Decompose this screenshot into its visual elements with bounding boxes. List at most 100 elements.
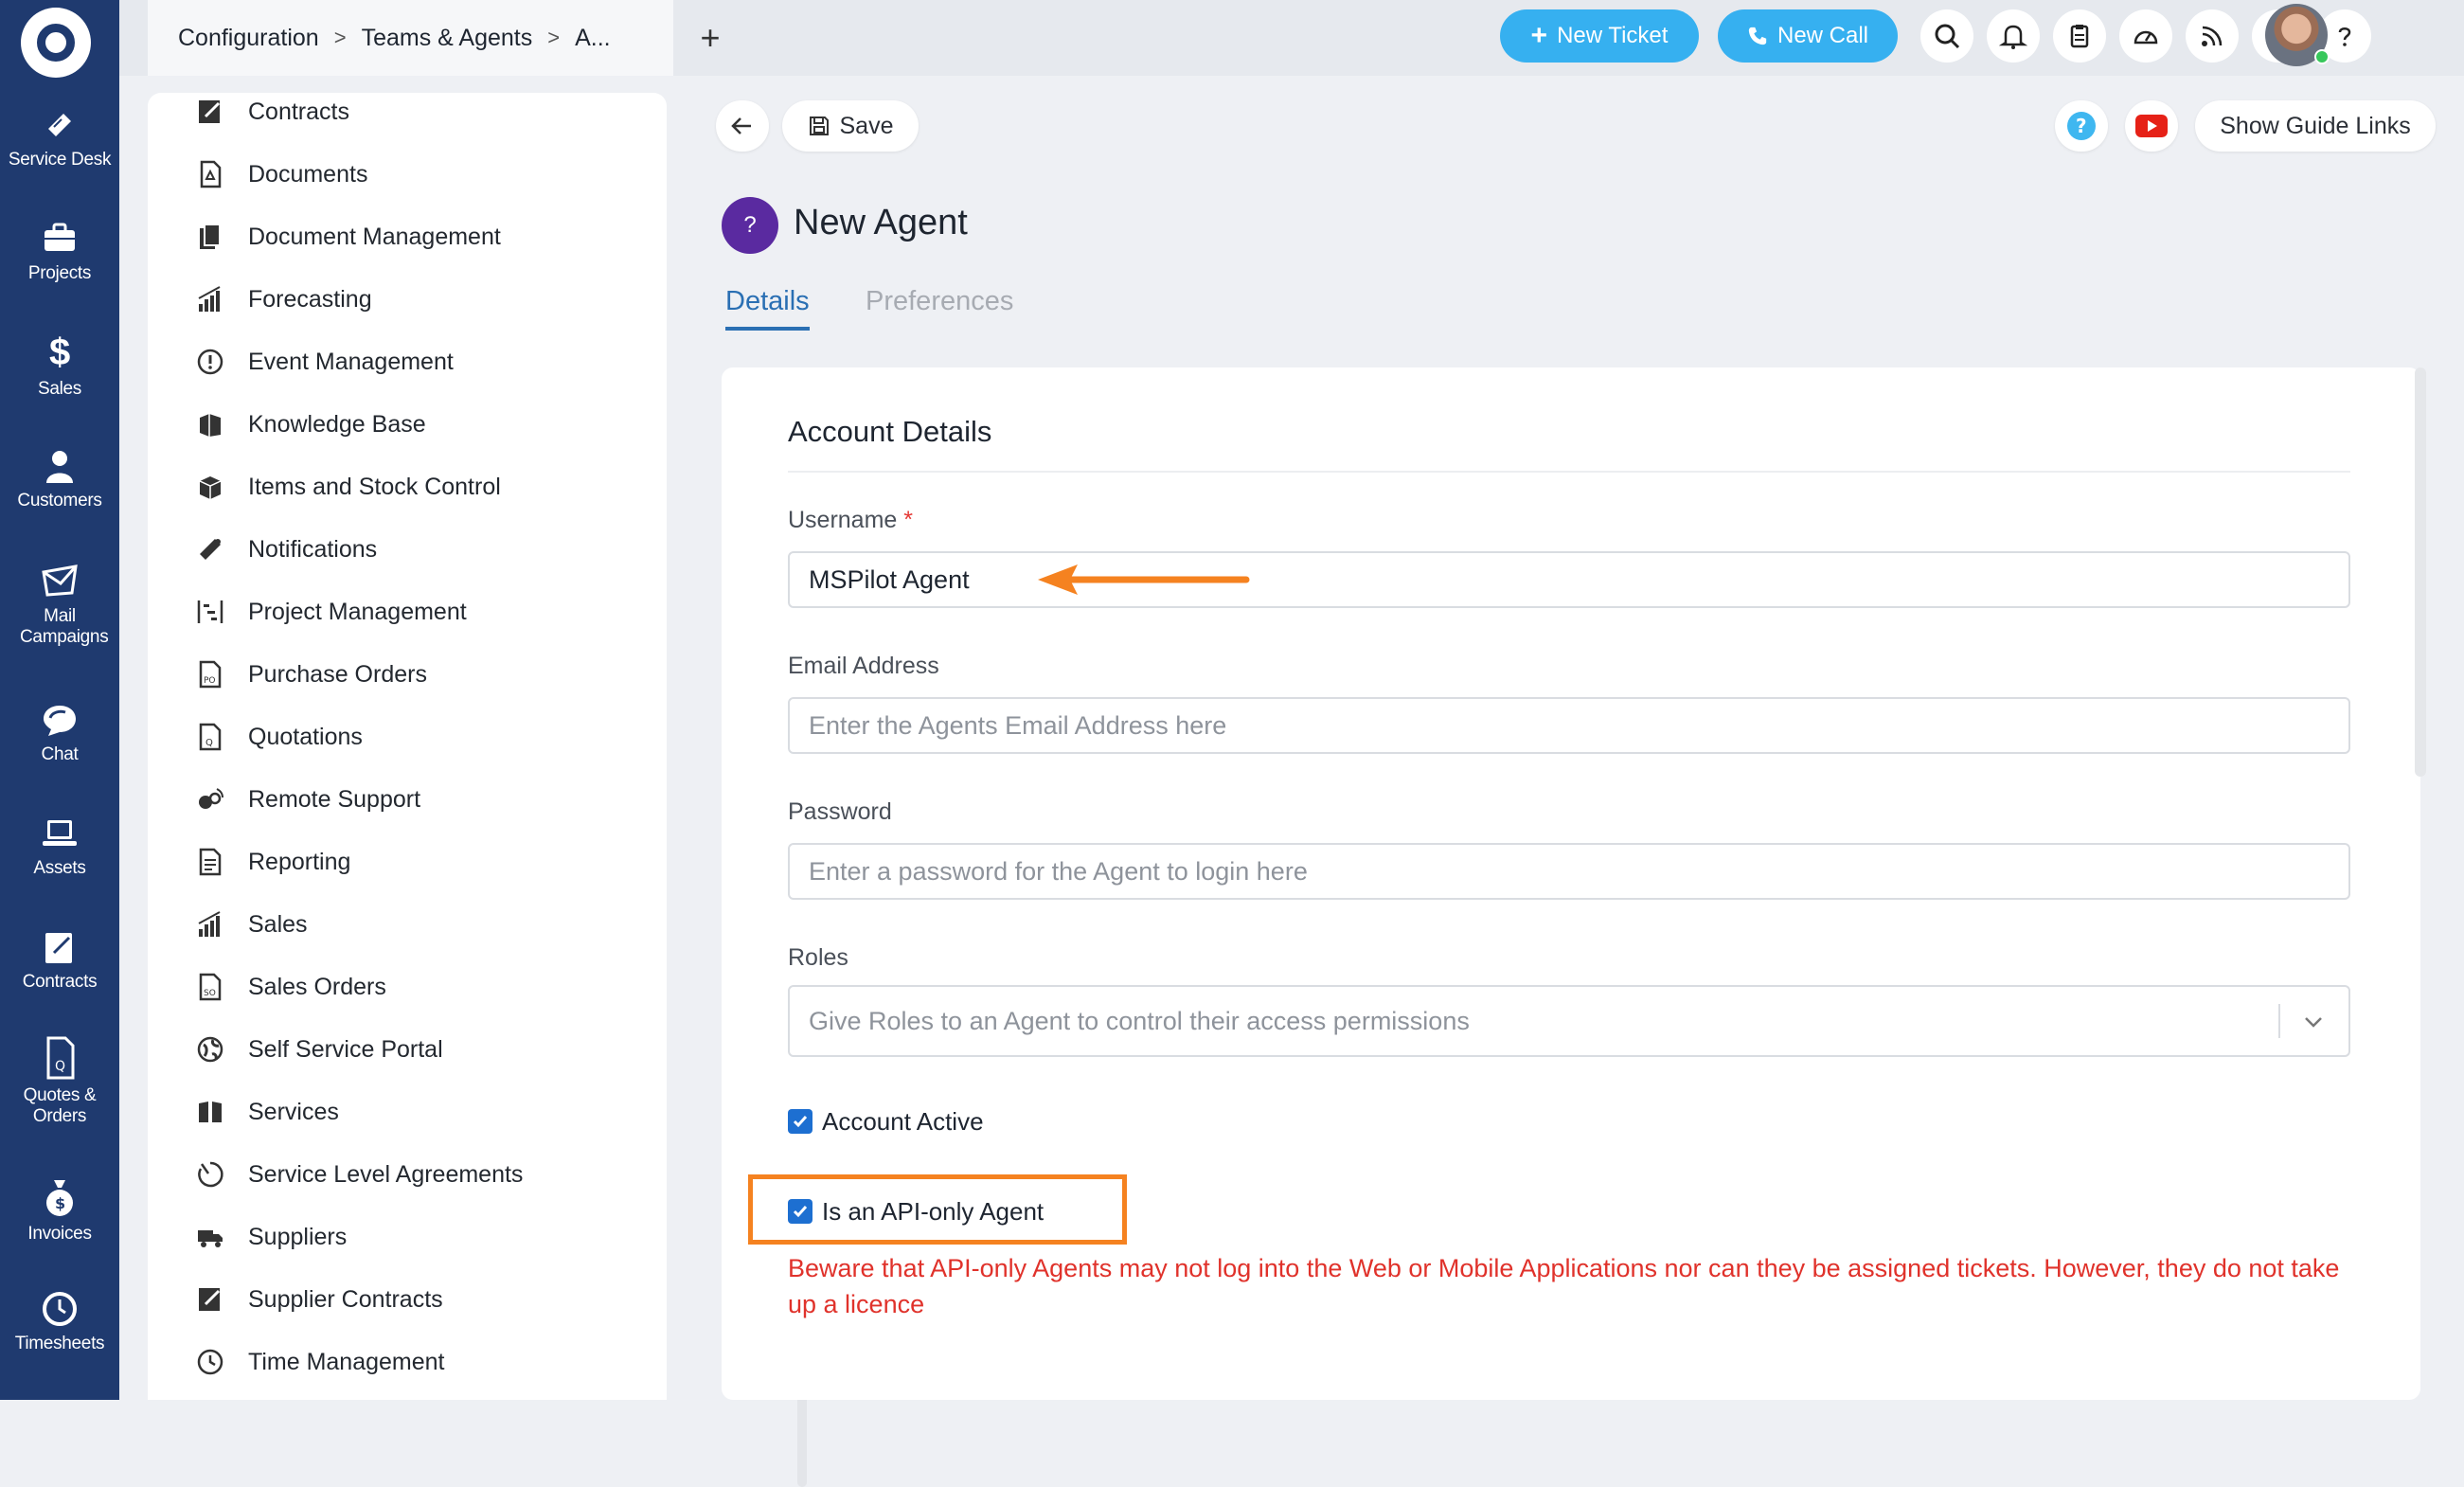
nav-contracts[interactable]: Contracts [0,928,119,993]
youtube-icon [2135,115,2168,137]
account-active-checkbox[interactable] [788,1109,812,1134]
new-call-button[interactable]: New Call [1718,9,1898,63]
config-item-label: Documents [248,160,368,188]
money-bag-icon: $ [46,1180,73,1216]
show-guide-links-button[interactable]: Show Guide Links [2195,100,2436,152]
user-avatar[interactable] [2265,4,2330,66]
username-label-text: Username [788,507,898,533]
rss-button[interactable] [2186,9,2239,63]
online-status-dot [2314,49,2330,64]
nav-label: Mail Campaigns [20,606,109,647]
breadcrumb-separator: > [547,26,561,49]
nav-quotes-orders[interactable]: Q Quotes & Orders [0,1036,119,1127]
add-tab-button[interactable]: + [687,17,733,59]
api-only-label[interactable]: Is an API-only Agent [822,1197,1044,1227]
select-divider [2278,1004,2280,1038]
api-only-checkbox[interactable] [788,1199,812,1224]
username-input[interactable]: MSPilot Agent [788,551,2350,608]
show-guide-links-label: Show Guide Links [2220,112,2411,139]
config-item-label: Project Management [248,598,467,625]
config-item-knowledge-base[interactable]: Knowledge Base [193,405,426,443]
sales-order-icon: SO [193,970,227,1004]
breadcrumb-item[interactable]: A... [575,25,611,52]
config-item-notifications[interactable]: Notifications [193,530,377,568]
password-input[interactable]: Enter a password for the Agent to login … [788,843,2350,900]
config-item-label: Self Service Portal [248,1035,443,1063]
chevron-down-icon[interactable] [2301,1010,2326,1034]
nav-chat[interactable]: Chat [0,701,119,765]
dashboard-button[interactable] [2119,9,2172,63]
nav-label: Service Desk [8,150,112,170]
config-item-document-management[interactable]: Document Management [193,218,501,256]
breadcrumb[interactable]: Configuration > Teams & Agents > A... [148,0,673,76]
nav-mail-campaigns[interactable]: Mail Campaigns [0,563,119,648]
clipboard-button[interactable] [2053,9,2106,63]
config-item-quotations[interactable]: Q Quotations [193,718,363,756]
account-active-label[interactable]: Account Active [822,1107,984,1137]
clock-icon [43,1292,77,1326]
breadcrumb-item[interactable]: Teams & Agents [362,25,533,52]
save-button[interactable]: Save [782,100,919,152]
config-item-project-management[interactable]: Project Management [193,593,467,631]
config-item-sales-orders[interactable]: SO Sales Orders [193,968,386,1006]
config-item-purchase-orders[interactable]: PO Purchase Orders [193,655,427,693]
back-button[interactable] [716,100,769,152]
nav-invoices[interactable]: $ Invoices [0,1176,119,1245]
roles-select[interactable]: Give Roles to an Agent to control their … [788,985,2350,1057]
svg-text:?: ? [2076,115,2087,137]
video-guide-button[interactable] [2125,100,2178,152]
config-item-reporting[interactable]: Reporting [193,843,350,881]
nav-sales[interactable]: $ Sales [0,331,119,400]
email-input[interactable]: Enter the Agents Email Address here [788,697,2350,754]
bar-chart-icon [193,907,227,941]
nav-projects[interactable]: Projects [0,220,119,284]
config-item-label: Service Level Agreements [248,1160,524,1188]
config-item-time-management[interactable]: Time Management [193,1343,445,1381]
config-item-suppliers[interactable]: Suppliers [193,1218,347,1256]
agent-avatar-icon: ? [722,197,778,254]
search-button[interactable] [1920,9,1973,63]
config-item-sales[interactable]: Sales [193,905,308,943]
config-item-label: Supplier Contracts [248,1285,443,1313]
bar-chart-icon [193,282,227,316]
boxes-icon [193,470,227,504]
help-guide-button[interactable]: ? [2055,100,2108,152]
tab-details[interactable]: Details [725,286,810,331]
nav-assets[interactable]: Assets [0,815,119,879]
config-item-label: Sales [248,910,308,938]
config-item-event-management[interactable]: Event Management [193,343,454,381]
config-item-self-service-portal[interactable]: Self Service Portal [193,1030,443,1068]
config-item-sla[interactable]: Service Level Agreements [193,1156,523,1193]
dashboard-icon [2134,30,2158,45]
config-item-contracts[interactable]: Contracts [193,93,349,131]
notifications-button[interactable] [1987,9,2040,63]
config-item-items-stock-control[interactable]: Items and Stock Control [193,468,501,506]
config-item-label: Event Management [248,348,454,375]
tab-preferences[interactable]: Preferences [866,286,1013,317]
roles-label: Roles [788,944,848,971]
timer-icon [193,1157,227,1191]
config-item-label: Purchase Orders [248,660,427,688]
card-scrollbar[interactable] [2415,367,2426,777]
new-ticket-button[interactable]: + New Ticket [1500,9,1699,63]
pdf-icon [193,157,227,191]
nav-timesheets[interactable]: Timesheets [0,1290,119,1354]
config-item-services[interactable]: Services [193,1093,339,1131]
contract-icon [193,1282,227,1317]
config-item-forecasting[interactable]: Forecasting [193,280,372,318]
briefcase-icon [45,223,75,251]
quote-icon: Q [193,720,227,754]
checkmark-icon [793,1116,808,1128]
config-item-supplier-contracts[interactable]: Supplier Contracts [193,1281,443,1318]
page-title: New Agent [794,203,968,242]
nav-customers[interactable]: Customers [0,447,119,511]
configuration-menu: Contracts Documents Document Management … [148,93,807,1487]
remote-support-icon [193,782,227,816]
config-item-documents[interactable]: Documents [193,155,367,193]
config-item-remote-support[interactable]: Remote Support [193,780,420,818]
app-logo[interactable] [21,8,91,78]
book-open-icon [193,1095,227,1129]
breadcrumb-item[interactable]: Configuration [178,25,319,52]
help-icon [2338,27,2351,46]
nav-service-desk[interactable]: Service Desk [0,106,119,170]
